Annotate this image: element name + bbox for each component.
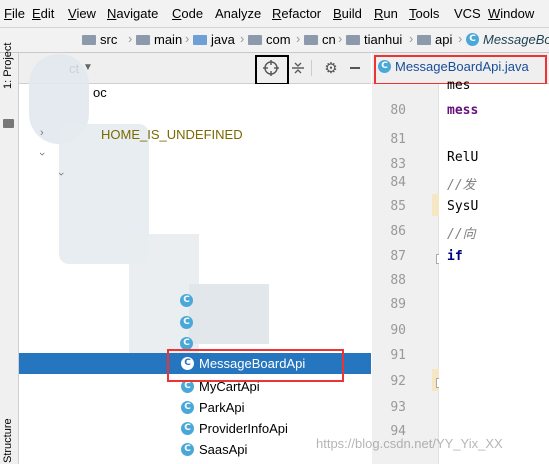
folder-icon	[248, 34, 262, 45]
menu-build[interactable]: Build	[333, 6, 362, 21]
line-number: 87	[390, 249, 406, 264]
code-line: SysU	[447, 199, 479, 214]
folder-icon	[136, 34, 150, 45]
line-number: 89	[390, 297, 406, 312]
menu-window[interactable]: Window	[488, 6, 534, 21]
breadcrumb-src[interactable]: src	[82, 32, 117, 47]
collapse-all-button[interactable]	[288, 58, 308, 78]
line-number: 92	[390, 374, 406, 389]
hide-panel-button[interactable]	[345, 58, 365, 78]
code-line: if	[447, 249, 463, 264]
code-line: mess	[447, 103, 479, 118]
folder-icon	[417, 34, 431, 45]
gear-icon: ⚙	[324, 60, 338, 77]
folder-icon	[346, 34, 360, 45]
code-line: mes	[447, 78, 471, 93]
project-tool-tab[interactable]: 1: Project	[2, 43, 14, 89]
redacted-area	[189, 284, 269, 344]
chevron-right-icon: ›	[338, 31, 343, 46]
tree-item-fragment[interactable]: oc	[93, 85, 107, 100]
menu-refactor[interactable]: Refactor	[272, 6, 321, 21]
chevron-right-icon: ›	[409, 31, 414, 46]
minimize-icon	[350, 67, 360, 69]
chevron-down-icon[interactable]: ›	[55, 172, 67, 176]
breadcrumb-cn[interactable]: cn	[304, 32, 336, 47]
chevron-down-icon[interactable]: ›	[36, 152, 48, 156]
code-editor[interactable]: mes mess RelU //发 SysU //向 if	[439, 78, 549, 464]
tree-item[interactable]: C ParkApi	[19, 397, 371, 418]
menu-run[interactable]: Run	[374, 6, 398, 21]
breadcrumb: src › main › java › com › cn › tianhui ›…	[0, 28, 549, 53]
class-icon: C	[181, 401, 194, 414]
line-number: 83	[390, 157, 406, 172]
class-icon: C	[180, 294, 193, 307]
line-number: 86	[390, 224, 406, 239]
annotation-box	[167, 349, 344, 382]
chevron-right-icon: ›	[185, 31, 190, 46]
menu-vcs[interactable]: VCS	[454, 6, 481, 21]
breadcrumb-api[interactable]: api	[417, 32, 452, 47]
project-tree: oc › HOME_IS_UNDEFINED › › C C C C Messa…	[19, 54, 371, 464]
line-number: 81	[390, 132, 406, 147]
chevron-right-icon: ›	[458, 31, 463, 46]
menu-code[interactable]: Code	[172, 6, 203, 21]
collapse-icon	[292, 62, 304, 74]
breadcrumb-com[interactable]: com	[248, 32, 291, 47]
menu-navigate[interactable]: Navigate	[107, 6, 158, 21]
breadcrumb-messageboard[interactable]: CMessageBoard	[466, 32, 549, 47]
line-number: 93	[390, 400, 406, 415]
folder-icon	[3, 119, 14, 128]
class-icon: C	[181, 422, 194, 435]
watermark: https://blog.csdn.net/YY_Yix_XX	[316, 436, 503, 451]
annotation-box	[255, 55, 289, 85]
chevron-right-icon: ›	[240, 31, 245, 46]
breadcrumb-java[interactable]: java	[193, 32, 235, 47]
folder-icon	[82, 34, 96, 45]
line-number: 84	[390, 175, 406, 190]
line-number: 88	[390, 273, 406, 288]
chevron-right-icon: ›	[296, 31, 301, 46]
structure-tool-tab[interactable]: Structure	[2, 418, 14, 463]
line-number-gutter: 80 81 83 84 85 86 87 88 89 90 91 92 93 9…	[372, 84, 445, 464]
menu-bar: File Edit View Navigate Code Analyze Ref…	[0, 0, 549, 28]
line-number: 85	[390, 199, 406, 214]
folder-icon	[304, 34, 318, 45]
breadcrumb-tianhui[interactable]: tianhui	[346, 32, 402, 47]
menu-analyze[interactable]: Analyze	[215, 6, 261, 21]
code-line: //发	[447, 178, 476, 193]
line-number: 80	[390, 103, 406, 118]
settings-button[interactable]: ⚙	[321, 58, 341, 78]
class-icon: C	[180, 316, 193, 329]
code-line: //向	[447, 227, 476, 242]
line-number: 91	[390, 348, 406, 363]
tree-item-home[interactable]: HOME_IS_UNDEFINED	[101, 127, 243, 142]
class-icon: C	[466, 33, 479, 46]
menu-tools[interactable]: Tools	[409, 6, 439, 21]
left-tool-strip: 1: Project Structure	[0, 43, 19, 464]
divider	[311, 60, 312, 76]
menu-edit[interactable]: Edit	[32, 6, 54, 21]
class-icon: C	[181, 443, 194, 456]
chevron-right-icon: ›	[128, 31, 133, 46]
line-number: 90	[390, 323, 406, 338]
breadcrumb-main[interactable]: main	[136, 32, 182, 47]
menu-file[interactable]: File	[4, 6, 25, 21]
menu-view[interactable]: View	[68, 6, 96, 21]
chevron-right-icon[interactable]: ›	[40, 127, 44, 139]
folder-icon	[193, 34, 207, 45]
code-line: RelU	[447, 150, 479, 165]
